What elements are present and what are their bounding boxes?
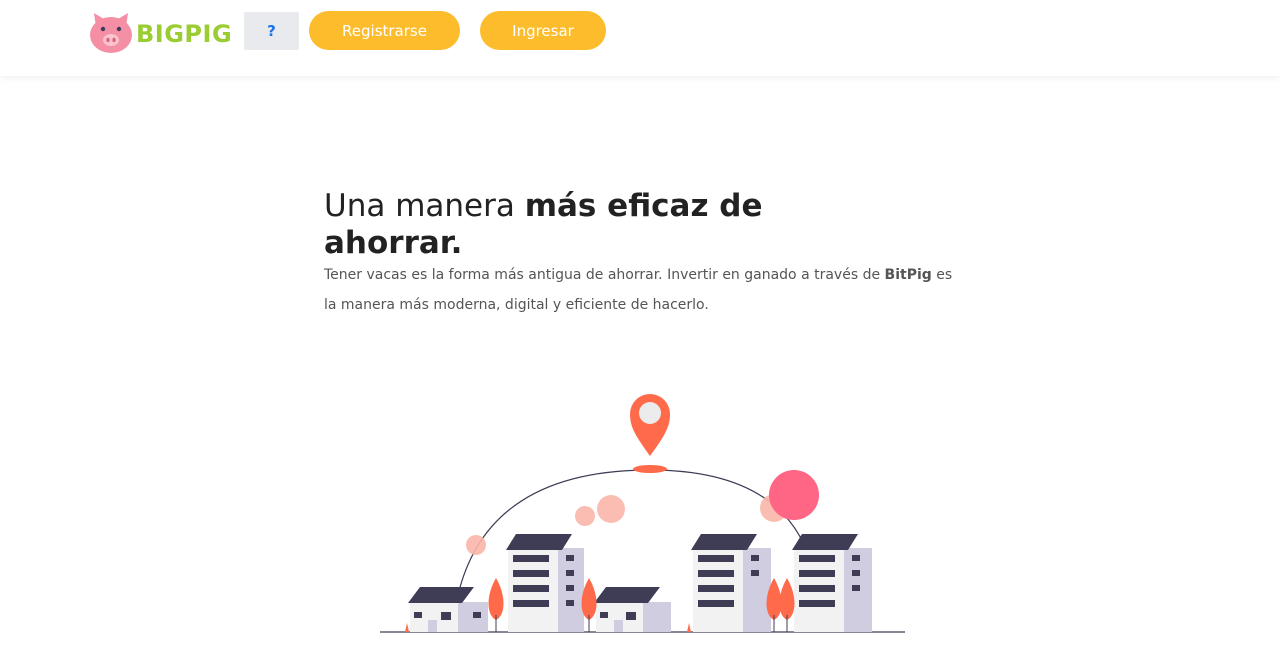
hero-text-brand: BitPig [884,267,932,283]
tower-2 [691,534,771,632]
pig-icon [90,13,132,53]
hero-text-before: Tener vacas es la forma más antigua de a… [324,267,885,283]
tower-1 [506,534,584,632]
brand-logo-link[interactable]: BIGPIG [88,8,232,56]
top-navbar: BIGPIG ? Registrarse Ingresar [0,0,1281,76]
help-button[interactable]: ? [244,12,299,50]
hero-title-light: Una manera [324,188,525,224]
hero-title: Una manera más eficaz de ahorrar. [324,188,784,262]
brand-name: BIGPIG [136,20,233,48]
city-location-illustration [380,394,905,633]
house-left [408,587,488,632]
login-button[interactable]: Ingresar [480,11,606,50]
hero-description: Tener vacas es la forma más antigua de a… [324,260,964,320]
location-pin-icon [630,394,670,473]
register-button[interactable]: Registrarse [309,11,460,50]
tower-3 [792,534,872,632]
house-middle [594,587,671,632]
